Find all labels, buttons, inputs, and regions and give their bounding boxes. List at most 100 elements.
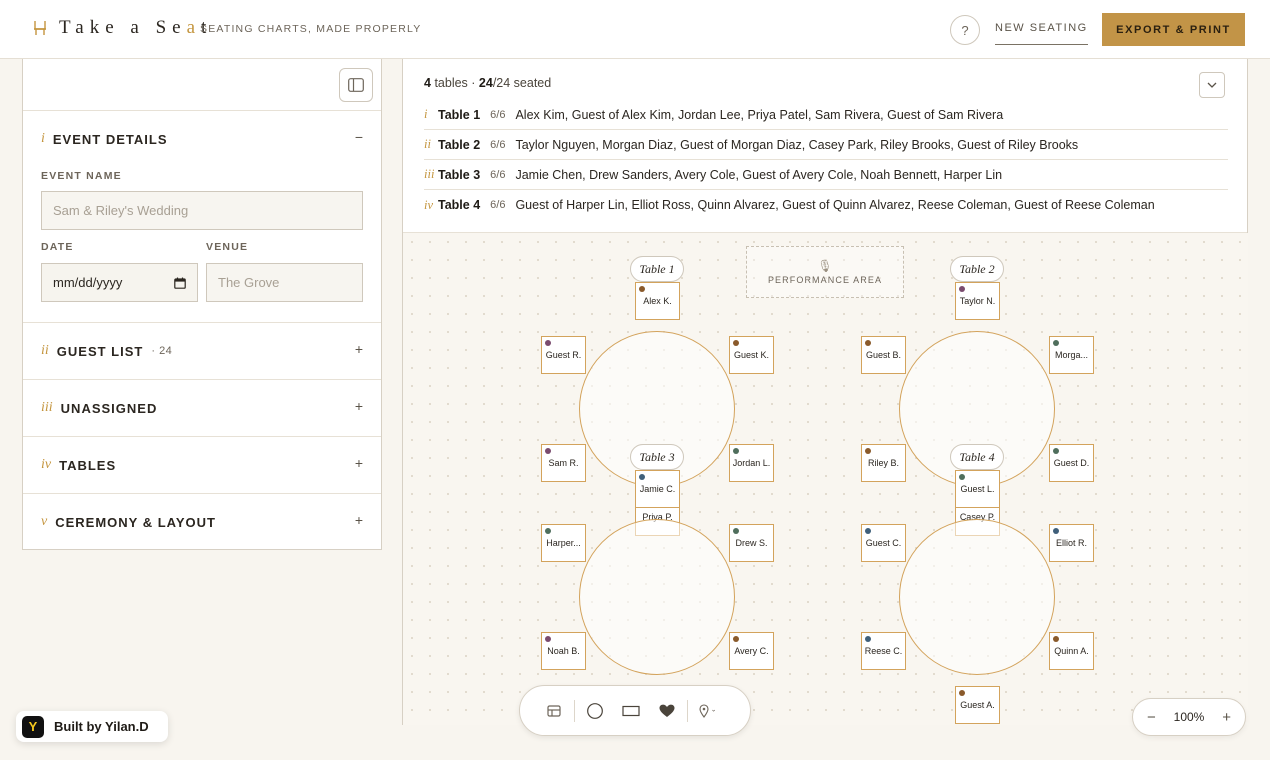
- seat-card[interactable]: Guest K.: [729, 336, 774, 374]
- seat-card[interactable]: Alex K.: [635, 282, 680, 320]
- seat-card[interactable]: Guest D.: [1049, 444, 1094, 482]
- rect-table-icon: [622, 705, 640, 716]
- guest-list-header[interactable]: ii GUEST LIST · 24 +: [23, 323, 381, 379]
- seat-guest-name: Guest C.: [865, 538, 902, 548]
- seat-card[interactable]: Guest A.: [955, 686, 1000, 724]
- app-header: Take a Seat SEATING CHARTS, MADE PROPERL…: [0, 0, 1270, 59]
- built-by-badge[interactable]: Y Built by Yilan.D: [16, 711, 168, 742]
- seat-card[interactable]: Drew S.: [729, 524, 774, 562]
- expand-icon[interactable]: +: [355, 341, 363, 357]
- event-name-input[interactable]: Sam & Riley's Wedding: [41, 191, 363, 230]
- canvas-toolbar: [519, 685, 751, 736]
- seat-card[interactable]: Taylor N.: [955, 282, 1000, 320]
- seat-guest-name: Guest K.: [733, 350, 769, 360]
- unassigned-header[interactable]: iii UNASSIGNED +: [23, 380, 381, 436]
- seat-card[interactable]: Guest L.: [955, 470, 1000, 508]
- seat-card[interactable]: Harper...: [541, 524, 586, 562]
- add-marker-button[interactable]: [690, 696, 726, 726]
- expand-icon[interactable]: +: [355, 398, 363, 414]
- round-table[interactable]: [899, 519, 1055, 675]
- seat-card[interactable]: Guest R.: [541, 336, 586, 374]
- seat-card[interactable]: Jordan L.: [729, 444, 774, 482]
- collapse-icon[interactable]: −: [355, 129, 363, 145]
- expand-icon[interactable]: +: [355, 512, 363, 528]
- calendar-icon[interactable]: [174, 277, 186, 289]
- seating-canvas[interactable]: 🎙 PERFORMANCE AREA Alex K. Guest K. Jordan…: [403, 233, 1248, 725]
- export-print-button[interactable]: EXPORT & PRINT: [1102, 13, 1245, 46]
- section-title: UNASSIGNED: [60, 400, 158, 416]
- table-summary-row[interactable]: iii Table 3 6/6 Jamie Chen, Drew Sanders…: [424, 160, 1228, 190]
- new-seating-button[interactable]: NEW SEATING: [995, 22, 1088, 45]
- table-summary-row[interactable]: i Table 1 6/6 Alex Kim, Guest of Alex Ki…: [424, 100, 1228, 130]
- event-details-header[interactable]: i EVENT DETAILS −: [23, 111, 381, 167]
- sidebar-collapse-button[interactable]: [339, 68, 373, 102]
- seat-card[interactable]: Riley B.: [861, 444, 906, 482]
- seat-guest-name: Guest D.: [1053, 458, 1090, 468]
- seat-guest-name: Jordan L.: [732, 458, 771, 468]
- section-tables[interactable]: iv TABLES +: [23, 437, 381, 494]
- ceremony-header[interactable]: v CEREMONY & LAYOUT +: [23, 494, 381, 550]
- seat-guest-name: Reese C.: [864, 646, 903, 656]
- seat-card[interactable]: Quinn A.: [1049, 632, 1094, 670]
- seat-guest-name: Noah B.: [547, 646, 580, 656]
- section-event-details: i EVENT DETAILS − EVENT NAME Sam & Riley…: [23, 111, 381, 323]
- zoom-level: 100%: [1173, 710, 1205, 724]
- seat-guest-name: Quinn A.: [1054, 646, 1089, 656]
- table-label[interactable]: Table 4: [950, 444, 1004, 470]
- toolbar-divider: [687, 699, 688, 722]
- add-round-table-button[interactable]: [577, 696, 613, 726]
- date-label: DATE: [41, 241, 74, 253]
- tables-header[interactable]: iv TABLES +: [23, 437, 381, 493]
- summary-collapse-button[interactable]: [1199, 72, 1225, 98]
- add-stage-button[interactable]: [536, 696, 572, 726]
- add-heart-table-button[interactable]: [649, 696, 685, 726]
- seat-guest-name: Drew S.: [735, 538, 768, 548]
- zoom-in-button[interactable]: +: [1222, 709, 1231, 726]
- seat-card[interactable]: Elliot R.: [1049, 524, 1094, 562]
- zoom-out-button[interactable]: −: [1147, 709, 1156, 726]
- table-label[interactable]: Table 1: [630, 256, 684, 282]
- venue-input[interactable]: The Grove: [206, 263, 363, 302]
- seat-card[interactable]: Morga...: [1049, 336, 1094, 374]
- microphone-icon: 🎙: [817, 259, 833, 273]
- help-button[interactable]: ?: [950, 15, 980, 45]
- main-panel: 4 tables · 24/24 seated i Table 1 6/6 Al…: [402, 59, 1248, 725]
- add-rect-table-button[interactable]: [613, 696, 649, 726]
- table-summary-row[interactable]: iv Table 4 6/6 Guest of Harper Lin, Elli…: [424, 190, 1228, 220]
- guest-group-dot: [733, 528, 739, 534]
- round-table[interactable]: [579, 519, 735, 675]
- guest-group-dot: [1053, 528, 1059, 534]
- seat-guest-name: Sam R.: [548, 458, 579, 468]
- section-unassigned[interactable]: iii UNASSIGNED +: [23, 380, 381, 437]
- app-logo[interactable]: Take a Seat: [59, 17, 212, 39]
- seat-card[interactable]: Reese C.: [861, 632, 906, 670]
- date-placeholder: mm/dd/yyyy: [53, 275, 123, 290]
- seat-card[interactable]: Noah B.: [541, 632, 586, 670]
- seat-guest-name: Riley B.: [867, 458, 899, 468]
- table-label[interactable]: Table 3: [630, 444, 684, 470]
- guest-group-dot: [733, 448, 739, 454]
- location-pin-icon: [699, 703, 716, 718]
- guest-group-dot: [545, 340, 551, 346]
- performance-area[interactable]: 🎙 PERFORMANCE AREA: [746, 246, 904, 298]
- seat-card[interactable]: Guest C.: [861, 524, 906, 562]
- seat-guest-name: Morga...: [1054, 350, 1088, 360]
- section-ceremony-layout[interactable]: v CEREMONY & LAYOUT +: [23, 494, 381, 550]
- guest-group-dot: [959, 286, 965, 292]
- toolbar-divider: [574, 699, 575, 722]
- section-title: EVENT DETAILS: [52, 131, 168, 147]
- event-name-label: EVENT NAME: [41, 170, 122, 182]
- seat-card[interactable]: Jamie C.: [635, 470, 680, 508]
- table-label[interactable]: Table 2: [950, 256, 1004, 282]
- section-guest-list[interactable]: ii GUEST LIST · 24 +: [23, 323, 381, 380]
- seat-guest-name: Jamie C.: [639, 484, 676, 494]
- seat-card[interactable]: Guest B.: [861, 336, 906, 374]
- section-title: TABLES: [59, 457, 117, 473]
- expand-icon[interactable]: +: [355, 455, 363, 471]
- chair-icon: [34, 21, 46, 35]
- seat-card[interactable]: Avery C.: [729, 632, 774, 670]
- seat-guest-name: Avery C.: [734, 646, 769, 656]
- date-input[interactable]: mm/dd/yyyy: [41, 263, 198, 302]
- table-summary-row[interactable]: ii Table 2 6/6 Taylor Nguyen, Morgan Dia…: [424, 130, 1228, 160]
- seat-card[interactable]: Sam R.: [541, 444, 586, 482]
